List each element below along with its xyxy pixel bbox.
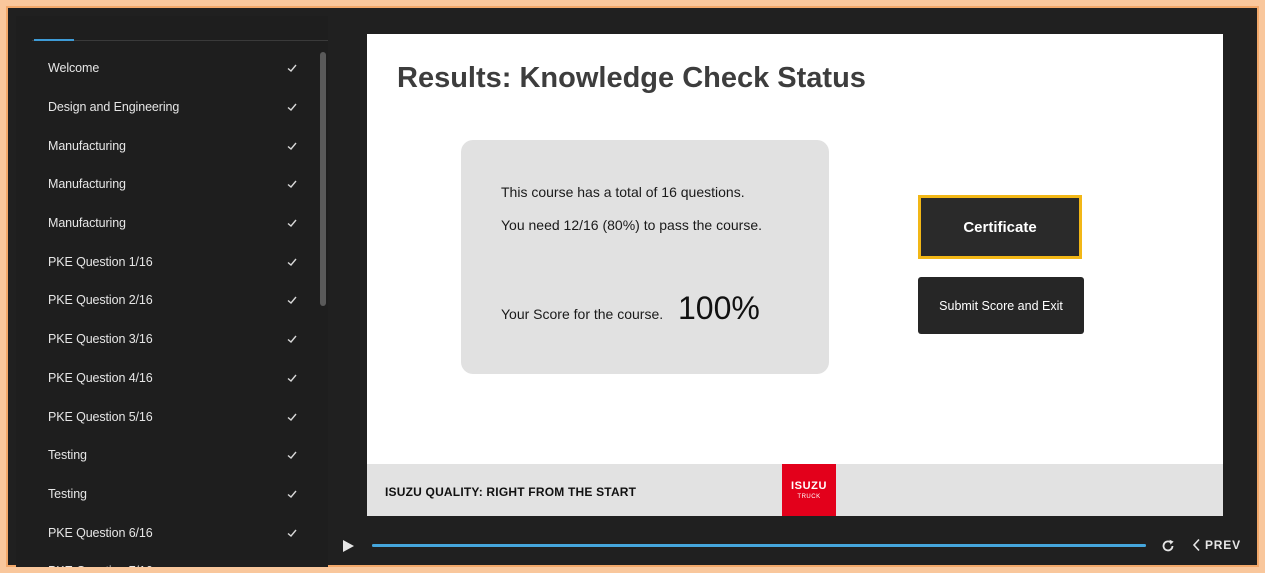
sidebar-item-label: Testing [48, 486, 87, 501]
checkmark-icon [287, 219, 297, 228]
isuzu-logo: ISUZU TRUCK [782, 464, 836, 516]
sidebar-item[interactable]: Welcome [16, 49, 316, 88]
sidebar-item-label: PKE Question 6/16 [48, 525, 153, 540]
chevron-left-icon [1192, 538, 1200, 552]
sidebar-item-label: Testing [48, 448, 87, 463]
sidebar-divider [32, 40, 328, 41]
checkmark-icon [287, 490, 297, 498]
progress-fill [372, 544, 1146, 547]
sidebar-item-label: PKE Question 5/16 [48, 409, 153, 424]
sidebar-item[interactable]: PKE Question 6/16 [16, 513, 316, 552]
sidebar-item[interactable]: PKE Question 2/16 [16, 281, 316, 320]
sidebar-item[interactable]: Testing [16, 475, 316, 514]
sidebar-item[interactable]: PKE Question 3/16 [16, 320, 316, 359]
sidebar-item[interactable]: Design and Engineering [16, 88, 316, 127]
prev-label: PREV [1205, 538, 1241, 552]
slide-title: Results: Knowledge Check Status [397, 62, 866, 94]
checkmark-icon [287, 142, 297, 150]
results-card: This course has a total of 16 questions.… [461, 140, 829, 374]
sidebar-item-label: Manufacturing [48, 177, 126, 192]
slide-content: Results: Knowledge Check Status This cou… [367, 34, 1223, 516]
checkmark-icon [287, 529, 297, 537]
menu-list: Welcome Design and Engineering Manufacturi… [16, 49, 316, 573]
checkmark-icon [287, 297, 297, 305]
sidebar-item-label: Design and Engineering [48, 100, 180, 115]
checkmark-icon [287, 413, 297, 421]
score-label: Your Score for the course. [501, 306, 664, 322]
checkmark-icon [287, 103, 297, 112]
prev-button[interactable]: PREV [1192, 536, 1241, 554]
sidebar-item[interactable]: Manufacturing [16, 126, 316, 165]
checkmark-icon [287, 374, 297, 382]
sidebar-item-label: Manufacturing [48, 216, 126, 231]
sidebar-scrollbar[interactable] [320, 52, 326, 306]
checkmark-icon [287, 180, 297, 189]
checkmark-icon [287, 335, 297, 344]
checkmark-icon [287, 64, 297, 73]
sidebar-item-label: PKE Question 1/16 [48, 254, 153, 269]
certificate-button[interactable]: Certificate [918, 195, 1082, 259]
sidebar-tab-indicator [34, 39, 74, 41]
footer-tagline: ISUZU QUALITY: RIGHT FROM THE START [385, 485, 637, 499]
checkmark-icon [286, 565, 298, 573]
score-value: 100% [678, 290, 760, 326]
sidebar-item-label: PKE Question 3/16 [48, 332, 153, 347]
sidebar-item[interactable]: PKE Question 5/16 [16, 397, 316, 436]
sidebar-item-label: PKE Question 7/16 [48, 564, 153, 573]
logo-subtext: TRUCK [797, 494, 821, 500]
checkmark-icon [287, 258, 297, 266]
checkmark-icon [287, 451, 297, 460]
sidebar-item[interactable]: PKE Question 4/16 [16, 359, 316, 398]
sidebar-item[interactable]: Manufacturing [16, 165, 316, 204]
sidebar-menu: Welcome Design and Engineering Manufacturi… [16, 16, 328, 573]
submit-score-exit-button[interactable]: Submit Score and Exit [918, 277, 1084, 334]
sidebar-item[interactable]: PKE Question 1/16 [16, 242, 316, 281]
play-icon[interactable] [340, 538, 356, 554]
sidebar-item-label: Manufacturing [48, 138, 126, 153]
pass-requirement-text: You need 12/16 (80%) to pass the course. [501, 217, 762, 233]
sidebar-item-label: PKE Question 4/16 [48, 370, 153, 385]
sidebar-item-label: Welcome [48, 61, 100, 76]
sidebar-item[interactable]: Manufacturing [16, 204, 316, 243]
replay-icon[interactable] [1160, 538, 1176, 554]
slide-footer: ISUZU QUALITY: RIGHT FROM THE START ISUZ… [367, 464, 1223, 516]
total-questions-text: This course has a total of 16 questions. [501, 184, 745, 200]
sidebar-item-label: PKE Question 2/16 [48, 293, 153, 308]
logo-wordmark: ISUZU [791, 480, 827, 492]
sidebar-item[interactable]: PKE Question 7/16 [16, 552, 316, 573]
sidebar-item[interactable]: Testing [16, 436, 316, 475]
progress-bar[interactable] [372, 544, 1146, 547]
